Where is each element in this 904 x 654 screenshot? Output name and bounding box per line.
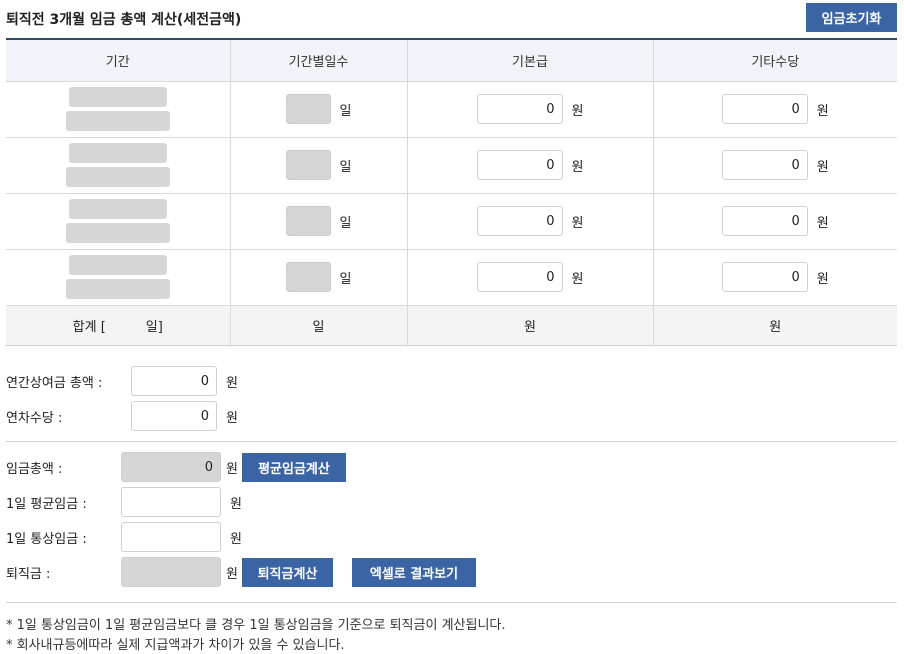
total-row: 합계 [일] 일 원 원 (6, 305, 897, 346)
period-end-field[interactable] (65, 167, 170, 187)
period-range-picker[interactable] (6, 143, 230, 187)
table-header-row: 기간 기간별일수 기본급 기타수당 (6, 38, 897, 82)
period-start-field[interactable] (68, 255, 167, 275)
days-field (285, 94, 331, 124)
period-end-field[interactable] (65, 111, 170, 131)
note-line: * 1일 통상임금이 1일 평균임금보다 클 경우 1일 통상임금을 기준으로 … (6, 618, 506, 633)
total-wage-row: 임금총액 : 원 평균임금계산 (6, 452, 346, 482)
severance-calc-button[interactable]: 퇴직금계산 (241, 557, 333, 587)
days-unit: 일 (339, 103, 352, 119)
period-start-field[interactable] (68, 143, 167, 163)
won-unit: 원 (816, 103, 829, 119)
header: 퇴직전 3개월 임금 총액 계산(세전금액) 임금초기화 (0, 0, 904, 38)
total-wage-field (121, 452, 221, 482)
days-field (285, 262, 331, 292)
won-unit: 원 (226, 410, 238, 426)
won-unit: 원 (816, 215, 829, 231)
basic-pay-input[interactable] (476, 150, 563, 180)
days-unit: 일 (339, 215, 352, 231)
basic-pay-input[interactable] (476, 94, 563, 124)
ordinary-wage-label: 1일 통상임금 : (6, 531, 87, 547)
period-start-field[interactable] (68, 199, 167, 219)
won-unit: 원 (230, 496, 242, 512)
other-allowance-input[interactable] (721, 262, 808, 292)
period-range-picker[interactable] (6, 255, 230, 299)
wage-table: 기간 기간별일수 기본급 기타수당 일 원 원 일 원 원 일 원 원 일 원 (6, 38, 897, 346)
divider (6, 602, 897, 603)
page-title: 퇴직전 3개월 임금 총액 계산(세전금액) (6, 12, 242, 28)
period-range-picker[interactable] (6, 87, 230, 131)
avg-wage-label: 1일 평균임금 : (6, 496, 87, 512)
won-unit: 원 (571, 159, 584, 175)
won-unit: 원 (226, 461, 238, 477)
column-header-period: 기간 (6, 38, 230, 82)
column-header-other-allowance: 기타수당 (652, 38, 897, 82)
table-row: 일 원 원 (6, 81, 897, 138)
note-line: * 회사내규등에따라 실제 지급액과가 차이가 있을 수 있습니다. (6, 638, 345, 653)
annual-bonus-input[interactable] (131, 366, 217, 396)
view-excel-result-button[interactable]: 엑셀로 결과보기 (351, 557, 476, 587)
days-field (285, 206, 331, 236)
leave-row: 연차수당 : 원 (6, 401, 238, 431)
other-allowance-input[interactable] (721, 150, 808, 180)
period-end-field[interactable] (65, 223, 170, 243)
other-allowance-input[interactable] (721, 206, 808, 236)
won-unit: 원 (226, 375, 238, 391)
total-other-unit: 원 (652, 305, 897, 346)
daily-average-wage-input[interactable] (121, 487, 221, 517)
basic-pay-input[interactable] (476, 262, 563, 292)
daily-ordinary-wage-input[interactable] (121, 522, 221, 552)
won-unit: 원 (571, 271, 584, 287)
days-unit: 일 (339, 271, 352, 287)
reset-wages-button[interactable]: 임금초기화 (806, 3, 897, 32)
total-days-unit: 일 (229, 305, 407, 346)
period-end-field[interactable] (65, 279, 170, 299)
won-unit: 원 (571, 215, 584, 231)
table-row: 일 원 원 (6, 249, 897, 306)
average-wage-calc-button[interactable]: 평균임금계산 (241, 452, 346, 482)
leave-allowance-label: 연차수당 : (6, 410, 63, 426)
total-wage-label: 임금총액 : (6, 461, 63, 477)
basic-pay-input[interactable] (476, 206, 563, 236)
other-allowance-input[interactable] (721, 94, 808, 124)
period-start-field[interactable] (68, 87, 167, 107)
leave-allowance-input[interactable] (131, 401, 217, 431)
won-unit: 원 (816, 271, 829, 287)
severance-field (121, 557, 221, 587)
won-unit: 원 (816, 159, 829, 175)
total-days-label: 합계 [일] (72, 319, 163, 335)
severance-row: 퇴직금 : 원 퇴직금계산 엑셀로 결과보기 (6, 557, 476, 587)
ordinary-wage-row: 1일 통상임금 : 원 (6, 522, 242, 552)
won-unit: 원 (226, 566, 238, 582)
days-unit: 일 (339, 159, 352, 175)
table-row: 일 원 원 (6, 137, 897, 194)
divider (6, 441, 897, 442)
column-header-basic-pay: 기본급 (406, 38, 653, 82)
total-basic-unit: 원 (406, 305, 653, 346)
days-field (285, 150, 331, 180)
period-range-picker[interactable] (6, 199, 230, 243)
table-row: 일 원 원 (6, 193, 897, 250)
bonus-label: 연간상여금 총액 : (6, 375, 103, 391)
avg-wage-row: 1일 평균임금 : 원 (6, 487, 242, 517)
severance-label: 퇴직금 : (6, 566, 51, 582)
won-unit: 원 (230, 531, 242, 547)
column-header-days: 기간별일수 (229, 38, 407, 82)
won-unit: 원 (571, 103, 584, 119)
bonus-row: 연간상여금 총액 : 원 (6, 366, 238, 396)
